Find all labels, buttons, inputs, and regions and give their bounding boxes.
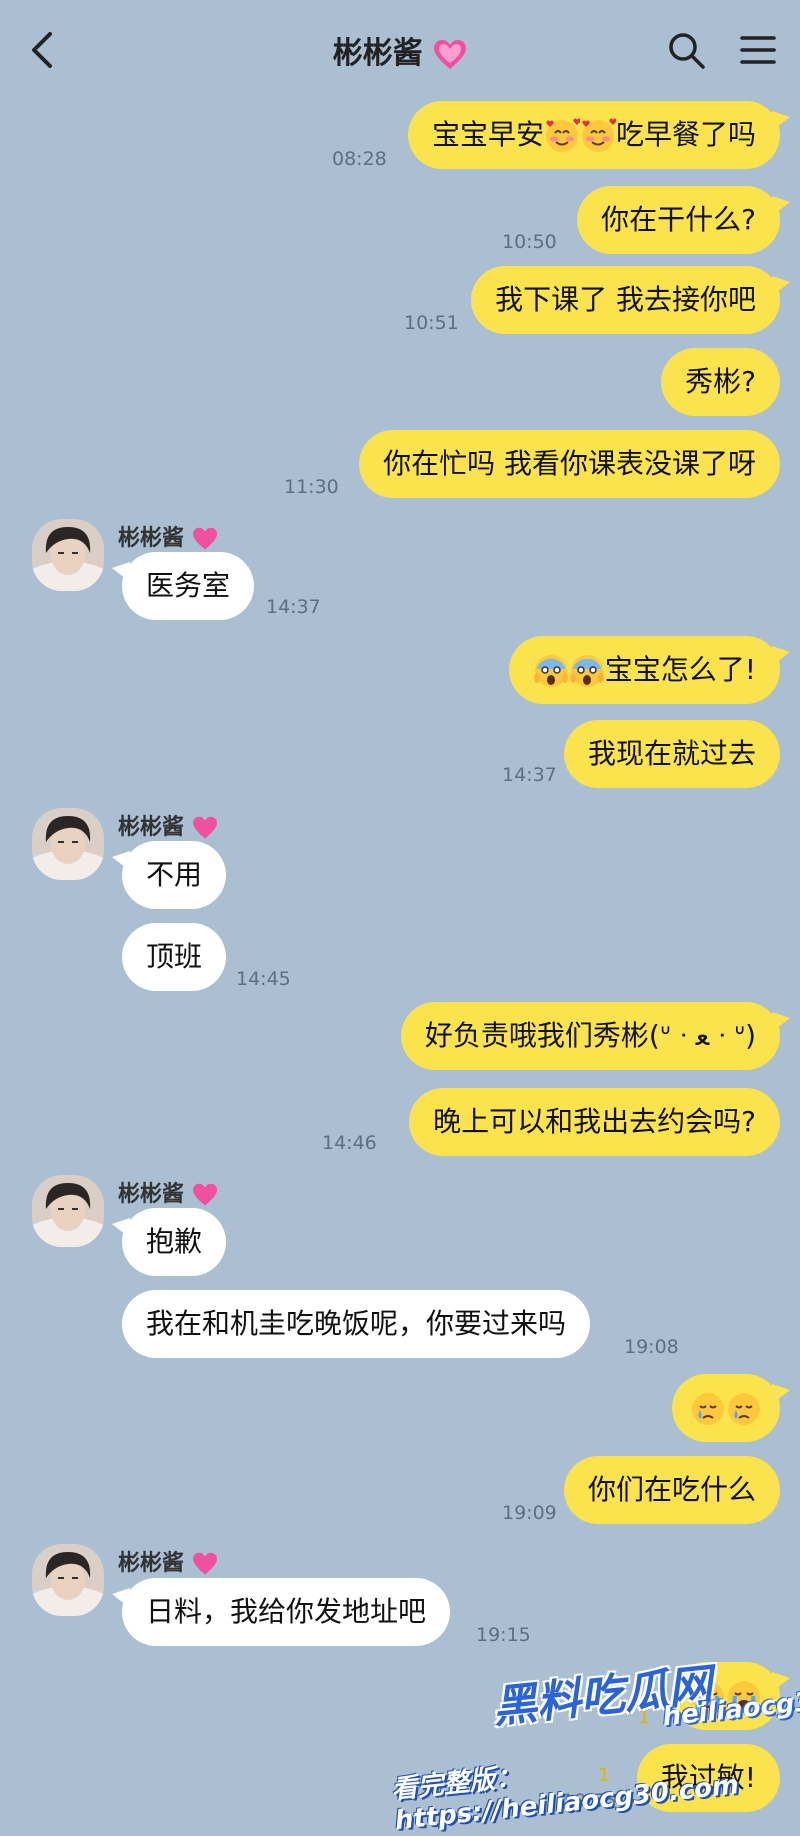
message-time: 11:30 xyxy=(284,476,339,498)
smiling-face-hearts-icon xyxy=(580,118,616,153)
message-time: 14:46 xyxy=(322,1132,377,1154)
message-bubble-outgoing[interactable]: 你在忙吗 我看你课表没课了呀 xyxy=(359,430,780,498)
sender-name-text: 彬彬酱 xyxy=(118,1182,185,1207)
message-bubble-outgoing[interactable]: 秀彬? xyxy=(661,348,780,416)
message-text: 我在和机圭吃晚饭呢，你要过来吗 xyxy=(146,1307,567,1340)
message-bubble-incoming[interactable]: 不用 xyxy=(111,841,227,909)
message-bubble-outgoing[interactable]: 你在干什么? xyxy=(577,186,790,254)
menu-icon[interactable] xyxy=(738,30,778,70)
message-text: 医务室 xyxy=(146,569,231,602)
message-bubble-incoming[interactable]: 抱歉 xyxy=(111,1208,227,1276)
message-time: 08:28 xyxy=(332,148,387,170)
contact-avatar[interactable] xyxy=(32,808,104,880)
message-bubble-incoming[interactable]: 顶班 xyxy=(122,923,227,991)
message-bubble-outgoing[interactable]: 宝宝早安 吃早餐了吗 xyxy=(407,101,791,169)
message-text: 抱歉 xyxy=(146,1225,203,1258)
sender-name: 彬彬酱 xyxy=(118,1545,218,1577)
sender-name: 彬彬酱 xyxy=(118,809,218,841)
contact-avatar[interactable] xyxy=(32,1175,104,1247)
message-text: 好负责哦我们秀彬(ᐡ ᐧ ﻌ ᐧ ᐡ) xyxy=(424,1019,756,1052)
sender-name-text: 彬彬酱 xyxy=(118,526,185,551)
sender-name-text: 彬彬酱 xyxy=(118,815,185,840)
contact-avatar[interactable] xyxy=(32,1544,104,1616)
message-text: 不用 xyxy=(146,858,203,891)
message-bubble-incoming[interactable]: 我在和机圭吃晚饭呢，你要过来吗 xyxy=(122,1290,591,1358)
message-bubble-outgoing[interactable] xyxy=(672,1374,790,1442)
search-icon[interactable] xyxy=(666,30,706,70)
message-text: 宝宝怎么了! xyxy=(604,653,756,686)
pink-heart-icon xyxy=(192,1552,217,1575)
message-text: 吃早餐了吗 xyxy=(615,118,756,151)
message-text: 日料，我给你发地址吧 xyxy=(146,1595,427,1628)
screaming-face-icon xyxy=(569,654,605,688)
message-bubble-incoming[interactable]: 医务室 xyxy=(111,552,255,620)
message-time: 10:51 xyxy=(404,312,459,334)
smiling-face-hearts-icon xyxy=(544,118,580,153)
message-text: 我现在就过去 xyxy=(587,737,756,770)
screaming-face-icon xyxy=(533,654,569,688)
message-bubble-outgoing[interactable]: 宝宝怎么了! xyxy=(508,636,791,704)
pink-heart-icon xyxy=(434,39,467,69)
message-text: 你们在吃什么 xyxy=(587,1473,756,1506)
message-text: 顶班 xyxy=(146,940,203,973)
contact-avatar[interactable] xyxy=(32,519,104,591)
message-text: 宝宝早安 xyxy=(431,118,544,151)
message-bubble-outgoing[interactable]: 我现在就过去 xyxy=(563,720,780,788)
message-text: 你在忙吗 我看你课表没课了呀 xyxy=(383,447,756,480)
message-text: 晚上可以和我出去约会吗? xyxy=(433,1105,756,1138)
sender-name-text: 彬彬酱 xyxy=(118,1551,185,1576)
message-time: 19:15 xyxy=(476,1624,531,1646)
pink-heart-icon xyxy=(192,527,217,550)
crying-face-icon xyxy=(727,1392,761,1426)
message-time: 19:08 xyxy=(624,1336,679,1358)
message-bubble-incoming[interactable]: 日料，我给你发地址吧 xyxy=(111,1578,451,1646)
message-time: 14:45 xyxy=(236,968,291,990)
message-time: 14:37 xyxy=(266,596,321,618)
chat-title-text: 彬彬酱 xyxy=(332,36,423,71)
pink-heart-icon xyxy=(192,816,217,839)
message-text: 秀彬? xyxy=(685,365,756,398)
message-bubble-outgoing[interactable]: 晚上可以和我出去约会吗? xyxy=(409,1088,780,1156)
message-time: 14:37 xyxy=(502,764,557,786)
crying-face-icon xyxy=(691,1392,725,1426)
message-bubble-outgoing[interactable]: 好负责哦我们秀彬(ᐡ ᐧ ﻌ ᐧ ᐡ) xyxy=(400,1002,791,1070)
message-time: 19:09 xyxy=(502,1502,557,1524)
message-bubble-outgoing[interactable]: 我下课了 我去接你吧 xyxy=(471,266,790,334)
sender-name: 彬彬酱 xyxy=(118,1176,218,1208)
message-time: 10:50 xyxy=(502,231,557,253)
message-bubble-outgoing[interactable]: 你们在吃什么 xyxy=(563,1456,780,1524)
pink-heart-icon xyxy=(192,1183,217,1206)
message-text: 你在干什么? xyxy=(601,203,756,236)
watermark-line: 看完整版：https://heiliaocg30.com xyxy=(390,1761,741,1836)
chat-header: 彬彬酱 xyxy=(0,0,800,100)
message-text: 我下课了 我去接你吧 xyxy=(495,283,756,316)
sender-name: 彬彬酱 xyxy=(118,520,218,552)
